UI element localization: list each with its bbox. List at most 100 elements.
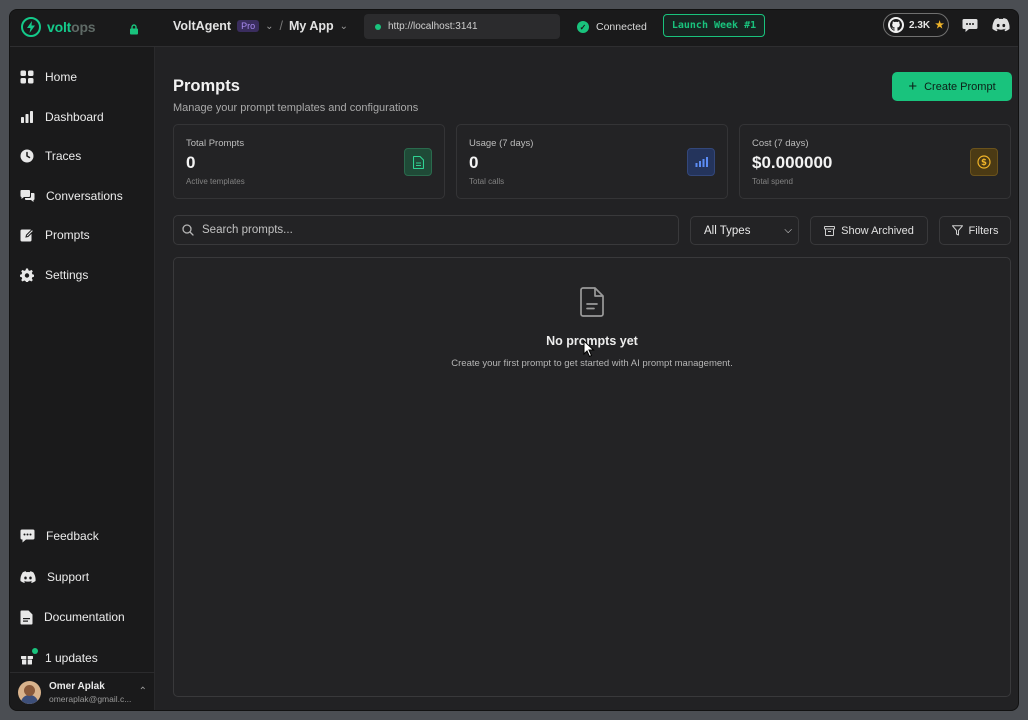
stat-value: 0 [186, 153, 196, 172]
sidebar-item-label: Traces [45, 149, 82, 163]
chevron-down-icon[interactable]: ⌄ [340, 21, 348, 32]
stat-caption: Total calls [469, 177, 505, 186]
stat-value: 0 [469, 153, 479, 172]
connection-status-text: Connected [596, 21, 647, 33]
search-input[interactable] [202, 224, 662, 236]
sidebar-item-dashboard[interactable]: Dashboard [20, 107, 104, 127]
lock-icon [129, 22, 139, 40]
empty-state-panel: No prompts yet Create your first prompt … [173, 257, 1011, 697]
sidebar-item-label: Feedback [46, 529, 99, 543]
bolt-icon [21, 17, 41, 37]
brand-logo[interactable]: voltops [21, 17, 96, 37]
chevron-up-icon[interactable]: ⌃ [139, 686, 147, 697]
status-dot [375, 23, 381, 30]
connection-status: ✓ Connected [577, 21, 647, 33]
search-icon [182, 224, 194, 236]
chat-icon[interactable] [962, 18, 978, 38]
stat-label: Cost (7 days) [752, 138, 809, 149]
stat-caption: Active templates [186, 177, 245, 186]
show-archived-button[interactable]: Show Archived [810, 216, 928, 245]
sidebar-item-label: Home [45, 70, 78, 84]
top-bar: voltops VoltAgent Pro ⌄ / My App ⌄ http:… [10, 10, 1018, 47]
file-icon [404, 148, 432, 176]
archive-icon [824, 225, 836, 236]
github-stars-button[interactable]: 2.3K ★ [883, 13, 949, 37]
server-url-text: http://localhost:3141 [388, 21, 478, 32]
chevron-down-icon[interactable]: ⌄ [265, 21, 273, 32]
show-archived-label: Show Archived [841, 224, 914, 237]
sidebar-item-updates[interactable]: 1 updates [20, 648, 98, 668]
app-name[interactable]: My App [289, 19, 334, 33]
check-circle-icon: ✓ [577, 21, 589, 33]
gift-icon [20, 648, 38, 665]
type-select[interactable]: All Types ⌵ [690, 216, 799, 245]
clock-icon [20, 149, 34, 163]
sidebar-item-label: Support [47, 570, 90, 584]
create-prompt-button[interactable]: + Create Prompt [892, 72, 1012, 101]
stat-card-usage: Usage (7 days) 0 Total calls [456, 124, 728, 199]
avatar [18, 681, 41, 704]
org-name: VoltAgent [173, 19, 232, 33]
edit-icon [20, 228, 34, 242]
type-select-value: All Types [704, 224, 751, 237]
sidebar-item-label: Documentation [44, 610, 125, 624]
message-icon [20, 529, 35, 543]
grid-icon [20, 70, 34, 84]
sidebar-item-label: Settings [45, 268, 89, 282]
sidebar-item-prompts[interactable]: Prompts [20, 225, 90, 245]
sidebar-item-conversations[interactable]: Conversations [20, 186, 123, 206]
file-text-icon [580, 287, 604, 322]
discord-icon [20, 570, 36, 583]
plus-icon: + [908, 77, 918, 95]
bar-chart-icon [687, 148, 715, 176]
sidebar-item-label: Conversations [46, 189, 123, 203]
sidebar-item-settings[interactable]: Settings [20, 265, 88, 285]
star-icon: ★ [935, 19, 945, 31]
stat-label: Usage (7 days) [469, 138, 534, 149]
sidebar-item-feedback[interactable]: Feedback [20, 526, 99, 546]
brand-name: voltops [47, 19, 96, 35]
stat-card-cost: Cost (7 days) $0.000000 Total spend $ [739, 124, 1011, 199]
breadcrumb-separator: / [279, 19, 283, 33]
sidebar-item-documentation[interactable]: Documentation [20, 607, 125, 627]
stat-card-total-prompts: Total Prompts 0 Active templates [173, 124, 445, 199]
plan-badge: Pro [237, 20, 260, 32]
filters-button[interactable]: Filters [939, 216, 1011, 245]
github-star-count: 2.3K [909, 19, 931, 31]
sidebar-item-label: Dashboard [45, 110, 104, 124]
user-email: omeraplak@gmail.c... [49, 694, 132, 704]
filter-icon [951, 225, 963, 236]
sidebar-item-home[interactable]: Home [20, 67, 77, 87]
page-title: Prompts [173, 77, 240, 95]
stat-caption: Total spend [752, 177, 793, 186]
sidebar: Home Dashboard Traces Conversations Prom… [10, 47, 155, 710]
page-subtitle: Manage your prompt templates and configu… [173, 102, 419, 114]
user-profile[interactable]: Omer Aplak omeraplak@gmail.c... ⌃ [10, 672, 155, 710]
search-box[interactable] [173, 215, 679, 245]
stat-label: Total Prompts [186, 138, 245, 149]
sidebar-item-traces[interactable]: Traces [20, 146, 81, 166]
bar-chart-icon [21, 111, 33, 123]
filters-label: Filters [968, 224, 999, 237]
app-window: voltops VoltAgent Pro ⌄ / My App ⌄ http:… [9, 9, 1019, 711]
chevron-down-icon: ⌵ [784, 225, 792, 236]
launch-week-button[interactable]: Launch Week #1 [663, 14, 765, 37]
gear-icon [20, 268, 34, 282]
main-content: Prompts Manage your prompt templates and… [156, 47, 1018, 710]
dollar-coin-icon: $ [970, 148, 998, 176]
server-url[interactable]: http://localhost:3141 [364, 14, 560, 39]
svg-text:$: $ [981, 158, 987, 168]
sidebar-item-label: 1 updates [45, 651, 98, 665]
create-prompt-label: Create Prompt [924, 80, 996, 93]
stat-value: $0.000000 [752, 153, 833, 172]
document-icon [20, 610, 33, 624]
discord-icon[interactable] [992, 18, 1010, 37]
mouse-cursor-icon [583, 339, 595, 363]
github-icon [888, 17, 904, 33]
update-indicator [32, 648, 38, 654]
org-switcher[interactable]: VoltAgent Pro ⌄ / My App ⌄ [173, 19, 348, 33]
user-name: Omer Aplak [49, 681, 105, 692]
sidebar-item-label: Prompts [45, 228, 90, 242]
sidebar-item-support[interactable]: Support [20, 567, 89, 587]
chat-bubbles-icon [20, 190, 35, 202]
